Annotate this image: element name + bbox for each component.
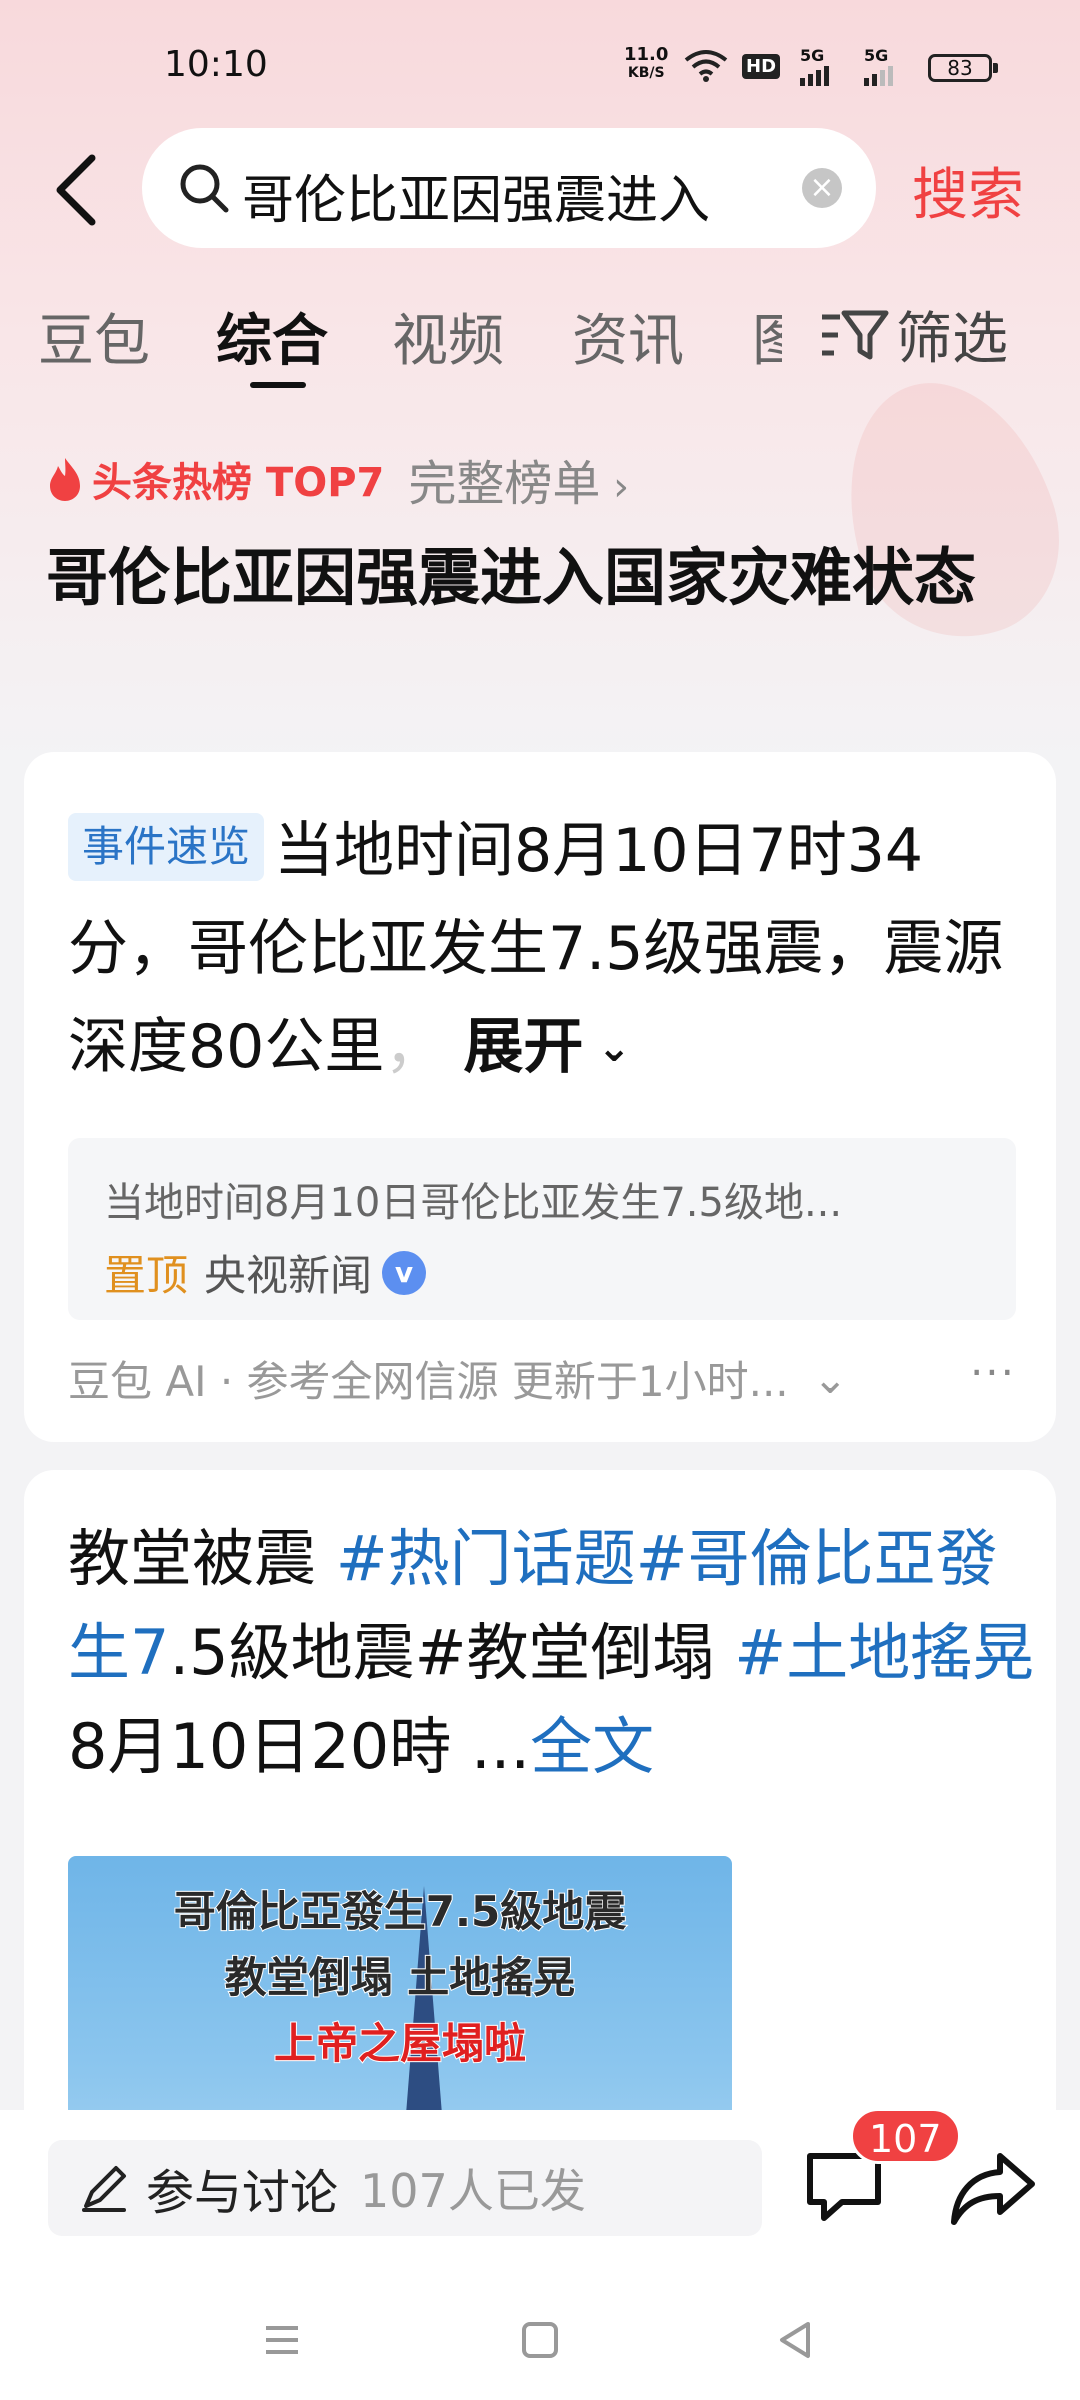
full-text-link[interactable]: 全文 bbox=[530, 1710, 654, 1783]
menu-icon[interactable] bbox=[262, 2320, 302, 2360]
comment-count-badge: 107 bbox=[850, 2108, 961, 2164]
event-summary[interactable]: 事件速览 当地时间8月10日7时34分，哥伦比亚发生7.5级强震，震源深度80公里… bbox=[68, 802, 1028, 1097]
source-name: 央视新闻 bbox=[204, 1251, 373, 1300]
pen-icon bbox=[82, 2166, 126, 2212]
full-list-link[interactable]: 完整榜单 › bbox=[408, 444, 629, 514]
search-button[interactable]: 搜索 bbox=[912, 150, 1024, 231]
summary-footer: 豆包 AI · 参考全网信源 更新于1小时... ⌄ ··· bbox=[68, 1348, 1028, 1409]
image-caption: 教堂倒塌 土地搖晃 bbox=[224, 1952, 577, 2003]
bottom-action-bar: 参与讨论 107人已发 107 bbox=[0, 2108, 1080, 2400]
network-speed: 11.0 KB/S bbox=[624, 44, 669, 82]
tab-doubao[interactable]: 豆包 bbox=[38, 296, 150, 377]
tab-images[interactable]: 图 bbox=[752, 296, 782, 377]
reference-title: 当地时间8月10日哥伦比亚发生7.5级地... bbox=[104, 1180, 843, 1226]
tab-news[interactable]: 资讯 bbox=[572, 296, 684, 377]
event-headline[interactable]: 哥伦比亚因强震进入国家灾难状态 bbox=[46, 532, 1046, 624]
chevron-down-icon[interactable]: ⌄ bbox=[813, 1354, 848, 1403]
expand-button[interactable]: 展开 ⌄ bbox=[463, 1012, 630, 1082]
chevron-down-icon: ⌄ bbox=[583, 1025, 631, 1071]
wifi-icon bbox=[684, 50, 728, 82]
summary-badge: 事件速览 bbox=[68, 813, 265, 881]
tab-general[interactable]: 综合 bbox=[216, 296, 328, 377]
hot-list-row: 头条热榜 TOP7 完整榜单 › bbox=[46, 444, 629, 514]
status-bar: 10:10 11.0 KB/S HD 5G 5G 83 bbox=[0, 0, 1080, 130]
image-caption: 上帝之屋塌啦 bbox=[273, 2018, 527, 2069]
home-icon[interactable] bbox=[520, 2320, 560, 2360]
search-icon bbox=[180, 164, 229, 213]
post-text[interactable]: 教堂被震 #热门话题#哥倫比亞發生7.5級地震#教堂倒塌 #土地搖晃 8月10日… bbox=[68, 1512, 1048, 1794]
clear-icon[interactable]: × bbox=[802, 168, 842, 208]
discussion-input[interactable]: 参与讨论 107人已发 bbox=[48, 2140, 762, 2236]
chevron-right-icon: › bbox=[600, 464, 630, 510]
verified-icon: v bbox=[382, 1250, 427, 1295]
search-input[interactable]: 哥伦比亚因强震进入 × bbox=[142, 128, 876, 248]
clock: 10:10 bbox=[164, 44, 268, 85]
filter-label: 筛选 bbox=[896, 307, 1008, 372]
image-caption: 哥倫比亞發生7.5級地震 bbox=[173, 1886, 627, 1937]
reference-source[interactable]: 当地时间8月10日哥伦比亚发生7.5级地... 置顶 央视新闻 v bbox=[68, 1138, 1016, 1320]
summary-footer-text: 豆包 AI · 参考全网信源 更新于1小时... bbox=[68, 1357, 789, 1406]
tab-video[interactable]: 视频 bbox=[392, 296, 504, 377]
hot-list-label: 头条热榜 TOP7 bbox=[92, 460, 385, 506]
post-card: 教堂被震 #热门话题#哥倫比亞發生7.5級地震#教堂倒塌 #土地搖晃 8月10日… bbox=[24, 1470, 1056, 2170]
reference-meta: 置顶 央视新闻 v bbox=[104, 1242, 427, 1303]
share-icon[interactable] bbox=[950, 2150, 1036, 2226]
flame-icon bbox=[50, 458, 80, 501]
hashtag-link[interactable]: #土地搖晃 bbox=[734, 1616, 1034, 1689]
discussion-count: 107人已发 bbox=[360, 2164, 586, 2218]
search-query[interactable]: 哥伦比亚因强震进入 bbox=[242, 158, 802, 233]
back-arrow-icon[interactable] bbox=[50, 150, 110, 230]
event-summary-card: 事件速览 当地时间8月10日7时34分，哥伦比亚发生7.5级强震，震源深度80公里… bbox=[24, 752, 1056, 1442]
tab-bar: 豆包 综合 视频 资讯 图 筛选 bbox=[0, 290, 1080, 400]
back-icon[interactable] bbox=[776, 2320, 816, 2360]
filter-icon bbox=[822, 310, 889, 359]
battery-icon: 83 bbox=[928, 54, 998, 82]
filter-button[interactable]: 筛选 bbox=[820, 294, 1008, 375]
active-tab-indicator bbox=[250, 382, 306, 388]
hd-icon: HD bbox=[742, 54, 781, 79]
discussion-label: 参与讨论 bbox=[146, 2165, 339, 2221]
more-options-icon[interactable]: ··· bbox=[970, 1348, 1016, 1397]
pinned-label: 置顶 bbox=[104, 1251, 189, 1300]
